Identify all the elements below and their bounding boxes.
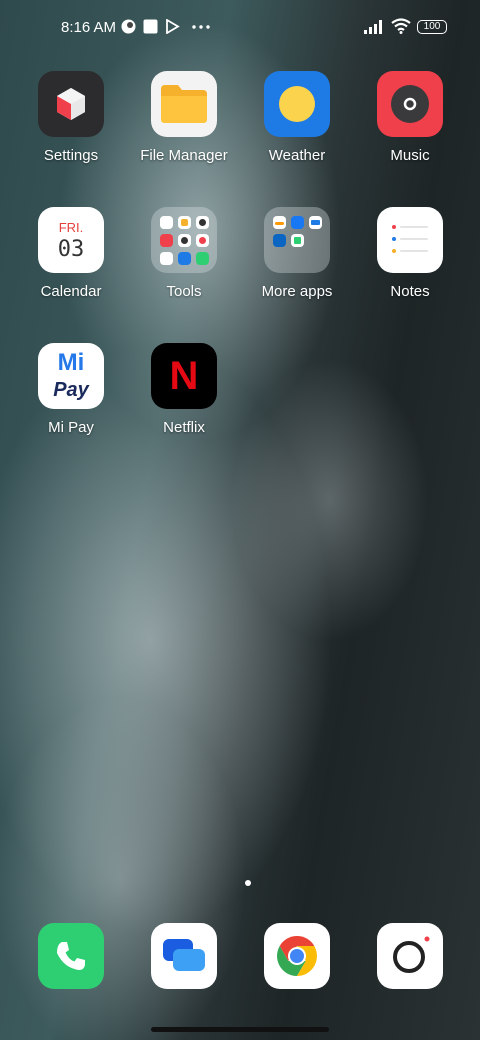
app-label: Settings [43,147,99,164]
app-label: File Manager [140,147,228,164]
netflix-icon: N [151,343,217,409]
page-indicator-dot [245,880,251,886]
camera-icon [377,923,443,989]
tools-folder-icon [151,207,217,273]
app-notes[interactable]: Notes [350,207,470,300]
wifi-icon [391,18,411,34]
app-label: Tools [166,283,202,300]
mi-pay-logo-bottom: Pay [53,379,89,401]
dock-camera[interactable] [377,923,443,989]
weather-icon [264,71,330,137]
app-netflix[interactable]: N Netflix [124,343,244,436]
app-weather[interactable]: Weather [237,71,357,164]
signal-icon [364,20,382,34]
netflix-logo: N [169,354,199,398]
calendar-icon: FRI. 03 [38,207,104,273]
app-label: More apps [261,283,333,300]
app-calendar[interactable]: FRI. 03 Calendar [11,207,131,300]
more-apps-folder-icon [264,207,330,273]
dock-messages[interactable] [151,923,217,989]
status-bar: 8:16 AM 100 [0,0,480,56]
more-dots-icon [192,25,210,29]
battery-level: 100 [423,21,441,32]
notes-icon [377,207,443,273]
dock-chrome[interactable] [264,923,330,989]
app-notification-icon [121,19,136,34]
messages-icon [151,923,217,989]
settings-icon [38,71,104,137]
app-more-apps-folder[interactable]: More apps [237,207,357,300]
mi-pay-logo-top: Mi [57,349,85,376]
app-label: Notes [390,283,430,300]
calendar-date: 03 [57,237,85,262]
app-label: Calendar [40,283,102,300]
app-label: Weather [268,147,326,164]
play-store-icon [166,19,180,34]
app-settings[interactable]: Settings [11,71,131,164]
folder-icon [151,71,217,137]
home-gesture-bar[interactable] [151,1027,329,1032]
app-mi-pay[interactable]: Mi Pay Mi Pay [11,343,131,436]
app-music[interactable]: Music [350,71,470,164]
app-label: Mi Pay [48,419,94,436]
calendar-day: FRI. [58,220,84,235]
app-label: Music [390,147,430,164]
square-notification-icon [143,19,158,34]
app-tools-folder[interactable]: Tools [124,207,244,300]
status-time: 8:16 AM [61,19,117,36]
app-file-manager[interactable]: File Manager [124,71,244,164]
app-label: Netflix [163,419,205,436]
mi-pay-icon: Mi Pay [38,343,104,409]
music-icon [377,71,443,137]
battery-icon: 100 [417,20,447,34]
phone-icon [38,923,104,989]
dock-phone[interactable] [38,923,104,989]
chrome-icon [264,923,330,989]
